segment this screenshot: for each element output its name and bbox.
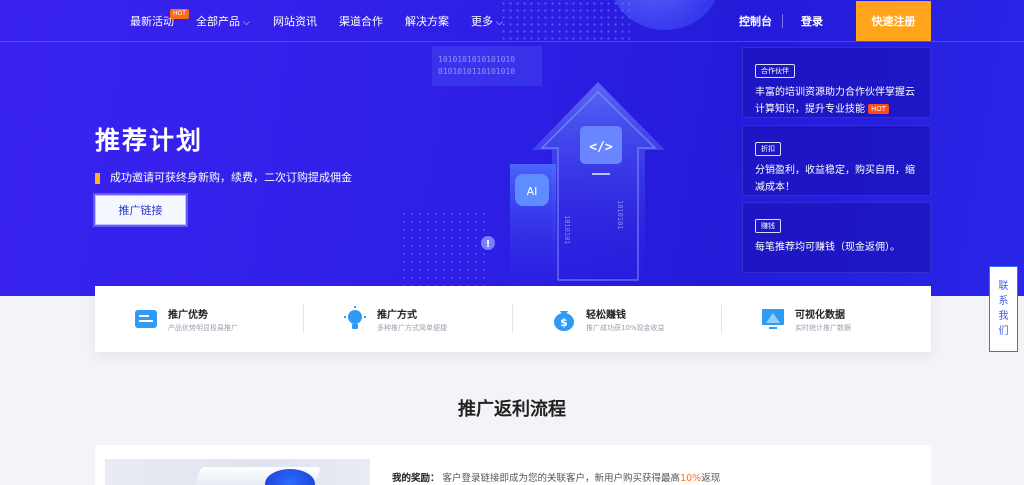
partner-card[interactable]: 合作伙伴 丰富的培训资源助力合作伙伴掌握云计算知识，提升专业技能 HOT bbox=[742, 47, 931, 118]
signup-button[interactable]: 快速注册 bbox=[856, 1, 931, 41]
feature-desc: 产品优势明显极易推广 bbox=[168, 324, 238, 332]
discount-card[interactable]: 折扣 分销盈利，收益稳定，购买自用，缩减成本！ bbox=[742, 125, 931, 196]
features-bar: 推广优势 产品优势明显极易推广 推广方式 多种推广方式简单便捷 $ 轻松赚钱 推… bbox=[95, 286, 931, 352]
svg-text:!: ! bbox=[486, 239, 491, 250]
reward-desc: 客户登录链接即成为您的关联客户，新用户购买获得最高 bbox=[442, 473, 681, 484]
feature-desc: 多种推广方式简单便捷 bbox=[377, 324, 447, 332]
contact-char: 系 bbox=[998, 296, 1009, 307]
reward-highlight: 10% bbox=[680, 473, 702, 484]
card-text: 每笔推荐均可赚钱（现金返佣）。 bbox=[755, 242, 900, 253]
nav-item-news[interactable]: 网站资讯 bbox=[273, 13, 317, 29]
card-text: 分销盈利，收益稳定，购买自用，缩减成本！ bbox=[755, 165, 915, 193]
feature-title: 可视化数据 bbox=[795, 310, 845, 321]
card-tag: 赚钱 bbox=[755, 219, 781, 233]
section-title: 推广返利流程 bbox=[458, 399, 566, 420]
nav-item-latest[interactable]: 最新活动 bbox=[130, 13, 174, 29]
nav-item-label: 更多 bbox=[471, 15, 493, 28]
nav-item-label: 全部产品 bbox=[196, 15, 240, 28]
reward-suffix: 返现 bbox=[701, 473, 721, 484]
feature-title: 轻松赚钱 bbox=[586, 310, 626, 321]
chevron-down-icon: ⌵ bbox=[243, 18, 250, 28]
svg-text:1010101: 1010101 bbox=[563, 215, 571, 245]
svg-text:1010101: 1010101 bbox=[616, 200, 624, 230]
money-bag-icon: $ bbox=[554, 311, 574, 331]
hero-title: 推荐计划 bbox=[95, 126, 204, 155]
feature-item[interactable]: 推广优势 产品优势明显极易推广 bbox=[95, 286, 304, 352]
card-tag: 合作伙伴 bbox=[755, 64, 795, 78]
reward-image bbox=[105, 459, 370, 485]
bulb-icon bbox=[344, 306, 366, 329]
card-icon bbox=[135, 310, 157, 328]
accent-bar bbox=[95, 172, 100, 184]
chevron-down-icon: ⌵ bbox=[496, 18, 503, 28]
svg-text:$: $ bbox=[560, 316, 568, 329]
hot-badge: HOT bbox=[170, 9, 189, 19]
hero-subtitle: 成功邀请可获终身新购，续费，二次订购提成佣金 bbox=[95, 169, 352, 185]
feature-item[interactable]: 可视化数据 实时统计推广数据 bbox=[722, 286, 931, 352]
nav-divider bbox=[782, 14, 783, 28]
reward-text: 我的奖励： 客户登录链接即成为您的关联客户，新用户购买获得最高10%返现 bbox=[392, 470, 720, 484]
hot-badge: HOT bbox=[868, 104, 890, 114]
earn-card[interactable]: 赚钱 每笔推荐均可赚钱（现金返佣）。 bbox=[742, 202, 931, 273]
contact-char: 们 bbox=[998, 326, 1009, 337]
promo-link-button[interactable]: 推广链接 bbox=[95, 195, 186, 225]
feature-title: 推广优势 bbox=[168, 310, 208, 321]
feature-item[interactable]: $ 轻松赚钱 推广成功获10%现金收益 bbox=[513, 286, 722, 352]
reward-panel: 我的奖励： 客户登录链接即成为您的关联客户，新用户购买获得最高10%返现 bbox=[95, 445, 931, 485]
feature-desc: 推广成功获10%现金收益 bbox=[586, 324, 665, 332]
svg-text:1010101010101010: 1010101010101010 bbox=[438, 55, 515, 64]
nav-item-channel[interactable]: 渠道合作 bbox=[339, 13, 383, 29]
monitor-icon bbox=[762, 309, 784, 329]
nav-item-products[interactable]: 全部产品 ⌵ bbox=[196, 13, 250, 29]
contact-us-button[interactable]: 联 系 我 们 bbox=[989, 266, 1018, 352]
nav-item-more[interactable]: 更多 ⌵ bbox=[471, 13, 503, 29]
hero-subtitle-text: 成功邀请可获终身新购，续费，二次订购提成佣金 bbox=[110, 171, 352, 184]
code-icon-label: </> bbox=[589, 140, 613, 155]
feature-title: 推广方式 bbox=[377, 310, 417, 321]
console-link[interactable]: 控制台 bbox=[739, 13, 772, 29]
card-text: 丰富的培训资源助力合作伙伴掌握云计算知识，提升专业技能 bbox=[755, 87, 915, 115]
login-link[interactable]: 登录 bbox=[801, 13, 823, 29]
feature-desc: 实时统计推广数据 bbox=[795, 324, 851, 332]
reward-label: 我的奖励： bbox=[392, 473, 440, 484]
contact-char: 联 bbox=[998, 281, 1009, 292]
svg-text:0101010110101010: 0101010110101010 bbox=[438, 67, 515, 76]
contact-char: 我 bbox=[998, 311, 1009, 322]
top-nav: 最新活动 HOT 全部产品 ⌵ 网站资讯 渠道合作 解决方案 更多 ⌵ 控制台 登录… bbox=[0, 0, 1024, 42]
hero-illustration: 1010101010101010 0101010110101010 </> AI… bbox=[432, 46, 665, 294]
ai-icon-label: AI bbox=[527, 185, 538, 198]
nav-item-solutions[interactable]: 解决方案 bbox=[405, 13, 449, 29]
card-tag: 折扣 bbox=[755, 142, 781, 156]
feature-item[interactable]: 推广方式 多种推广方式简单便捷 bbox=[304, 286, 513, 352]
